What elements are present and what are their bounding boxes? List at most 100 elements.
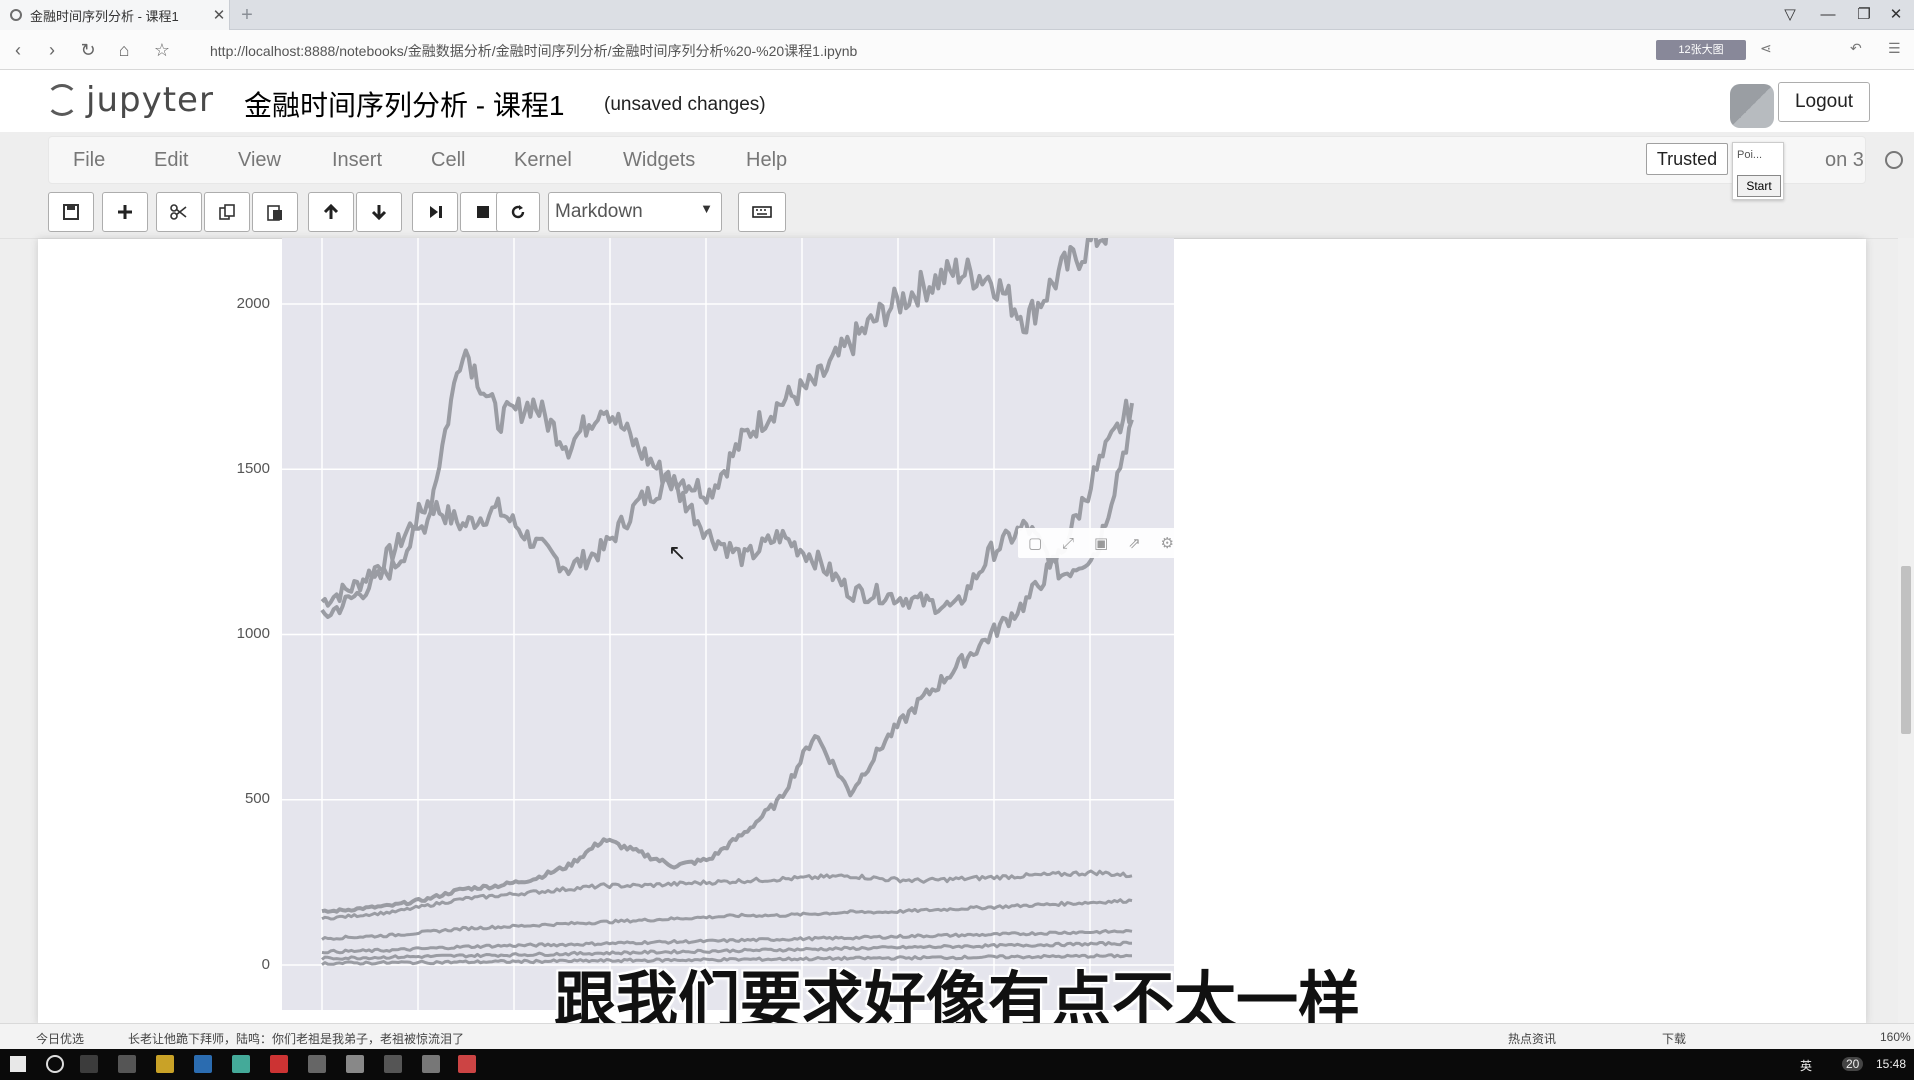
menu-file[interactable]: File xyxy=(73,149,105,172)
app-icon[interactable] xyxy=(422,1055,440,1073)
status-news-ticker[interactable]: 长老让他跪下拜师，陆鸣：你们老祖是我弟子，老祖被惊流泪了 xyxy=(128,1030,464,1047)
undo-icon[interactable]: ↶ xyxy=(1850,40,1862,57)
back-icon[interactable]: ‹ xyxy=(6,38,30,62)
app-icon[interactable] xyxy=(270,1055,288,1073)
promo-badge[interactable]: 12张大图 xyxy=(1656,40,1746,60)
arrow-up-icon xyxy=(323,203,339,219)
menu-help[interactable]: Help xyxy=(746,149,787,172)
menu-widgets[interactable]: Widgets xyxy=(623,149,695,172)
share-icon[interactable]: ⋖ xyxy=(1760,40,1772,57)
status-download[interactable]: 下载 xyxy=(1662,1030,1686,1047)
restart-button[interactable] xyxy=(496,192,540,232)
popup-label: Poi... xyxy=(1737,149,1763,161)
chevron-down-icon: ▼ xyxy=(700,201,713,216)
menu-cell[interactable]: Cell xyxy=(431,149,465,172)
app-icon[interactable] xyxy=(232,1055,250,1073)
save-button[interactable] xyxy=(48,192,94,232)
tab-title: 金融时间序列分析 - 课程1 xyxy=(30,8,179,24)
minimize-button[interactable]: — xyxy=(1810,0,1846,30)
app-icon[interactable] xyxy=(384,1055,402,1073)
windows-taskbar: 英 20 15:48 xyxy=(0,1049,1914,1080)
y-tick-label: 500 xyxy=(244,790,270,807)
series-line xyxy=(320,348,1134,619)
plus-icon xyxy=(118,205,132,219)
notification-badge[interactable]: 20 xyxy=(1842,1057,1864,1071)
run-button[interactable] xyxy=(412,192,458,232)
kernel-idle-icon xyxy=(1885,151,1903,169)
save-plot-icon[interactable]: ▣ xyxy=(1094,534,1108,552)
y-tick-label: 1000 xyxy=(236,625,270,642)
browser-tab[interactable]: 金融时间序列分析 - 课程1 ✕ xyxy=(0,0,230,30)
browser-status-bar: 今日优选 长老让他跪下拜师，陆鸣：你们老祖是我弟子，老祖被惊流泪了 热点资讯 下… xyxy=(0,1023,1914,1049)
paste-icon xyxy=(267,205,282,221)
loading-icon xyxy=(10,9,22,21)
share-icon[interactable]: ⇗ xyxy=(1128,534,1141,552)
menu-icon[interactable]: ☰ xyxy=(1888,40,1901,57)
app-icon[interactable] xyxy=(118,1055,136,1073)
app-icon[interactable] xyxy=(308,1055,326,1073)
logout-button[interactable]: Logout xyxy=(1778,82,1870,122)
command-palette-button[interactable] xyxy=(738,192,786,232)
url-field[interactable]: http://localhost:8888/notebooks/金融数据分析/金… xyxy=(210,41,857,61)
cell-type-select[interactable]: Markdown ▼ xyxy=(548,192,722,232)
jupyter-logo[interactable]: jupyter xyxy=(46,80,214,120)
python-logo-icon xyxy=(1730,84,1774,128)
menu-insert[interactable]: Insert xyxy=(332,149,382,172)
menu-edit[interactable]: Edit xyxy=(154,149,188,172)
folder-icon[interactable] xyxy=(156,1055,174,1073)
status-hot-news[interactable]: 热点资讯 xyxy=(1508,1030,1556,1047)
move-up-button[interactable] xyxy=(308,192,354,232)
plot-modebar: ▢ ⤢ ▣ ⇗ ⚙ xyxy=(1018,528,1184,558)
line-chart xyxy=(282,238,1174,1010)
menu-kernel[interactable]: Kernel xyxy=(514,149,572,172)
close-window-button[interactable]: ✕ xyxy=(1878,0,1914,30)
maximize-button[interactable]: ❐ xyxy=(1846,0,1882,30)
scrollbar-thumb[interactable] xyxy=(1901,566,1911,734)
jupyter-header: jupyter 金融时间序列分析 - 课程1 (unsaved changes)… xyxy=(0,70,1914,132)
cut-button[interactable] xyxy=(156,192,202,232)
scissors-icon xyxy=(170,204,187,220)
status-zoom[interactable]: 160% xyxy=(1880,1030,1911,1044)
y-tick-label: 1500 xyxy=(236,460,270,477)
reload-icon[interactable]: ↻ xyxy=(76,38,100,62)
expand-icon[interactable]: ⤢ xyxy=(1062,535,1074,552)
page-scrollbar[interactable] xyxy=(1898,238,1914,1023)
save-icon xyxy=(63,204,79,220)
gear-icon[interactable]: ⚙ xyxy=(1161,534,1174,552)
task-view-icon[interactable] xyxy=(80,1055,98,1073)
address-bar: ‹ › ↻ ⌂ ☆ http://localhost:8888/notebook… xyxy=(0,30,1914,70)
mouse-cursor-icon: ↖ xyxy=(668,540,687,565)
copy-button[interactable] xyxy=(204,192,250,232)
forward-icon[interactable]: › xyxy=(40,38,64,62)
step-forward-icon xyxy=(430,206,442,218)
paste-button[interactable] xyxy=(252,192,298,232)
y-tick-label: 2000 xyxy=(236,295,270,312)
app-icon[interactable] xyxy=(194,1055,212,1073)
stop-icon xyxy=(477,206,489,218)
menu-view[interactable]: View xyxy=(238,149,281,172)
status-daily-picks[interactable]: 今日优选 xyxy=(36,1030,84,1047)
jupyter-wordmark: jupyter xyxy=(86,80,214,120)
menu-bar: File Edit View Insert Cell Kernel Widget… xyxy=(48,136,1903,184)
jupyter-logo-icon xyxy=(46,84,78,116)
keyboard-icon xyxy=(752,206,772,218)
notebook-title[interactable]: 金融时间序列分析 - 课程1 xyxy=(244,84,564,124)
ime-indicator[interactable]: 英 xyxy=(1800,1057,1812,1074)
browser-app-icon[interactable] xyxy=(346,1055,364,1073)
windows-start-icon[interactable] xyxy=(10,1056,26,1072)
move-down-button[interactable] xyxy=(356,192,402,232)
shirt-icon[interactable]: ▽ xyxy=(1772,0,1808,30)
browser-tab-bar: 金融时间序列分析 - 课程1 ✕ + ▽ — ❐ ✕ xyxy=(0,0,1914,30)
tab-close-button[interactable]: ✕ xyxy=(209,6,229,24)
plot-area[interactable] xyxy=(282,238,1174,1010)
screen: 金融时间序列分析 - 课程1 ✕ + ▽ — ❐ ✕ ‹ › ↻ ⌂ ☆ htt… xyxy=(0,0,1914,1080)
star-icon[interactable]: ☆ xyxy=(150,38,174,62)
restart-icon xyxy=(511,205,525,219)
trusted-badge[interactable]: Trusted xyxy=(1646,143,1728,175)
app-icon[interactable] xyxy=(458,1055,476,1073)
search-icon[interactable] xyxy=(46,1055,64,1073)
camera-icon[interactable]: ▢ xyxy=(1028,534,1042,552)
insert-cell-button[interactable] xyxy=(102,192,148,232)
home-icon[interactable]: ⌂ xyxy=(112,38,136,62)
new-tab-button[interactable]: + xyxy=(236,4,258,26)
